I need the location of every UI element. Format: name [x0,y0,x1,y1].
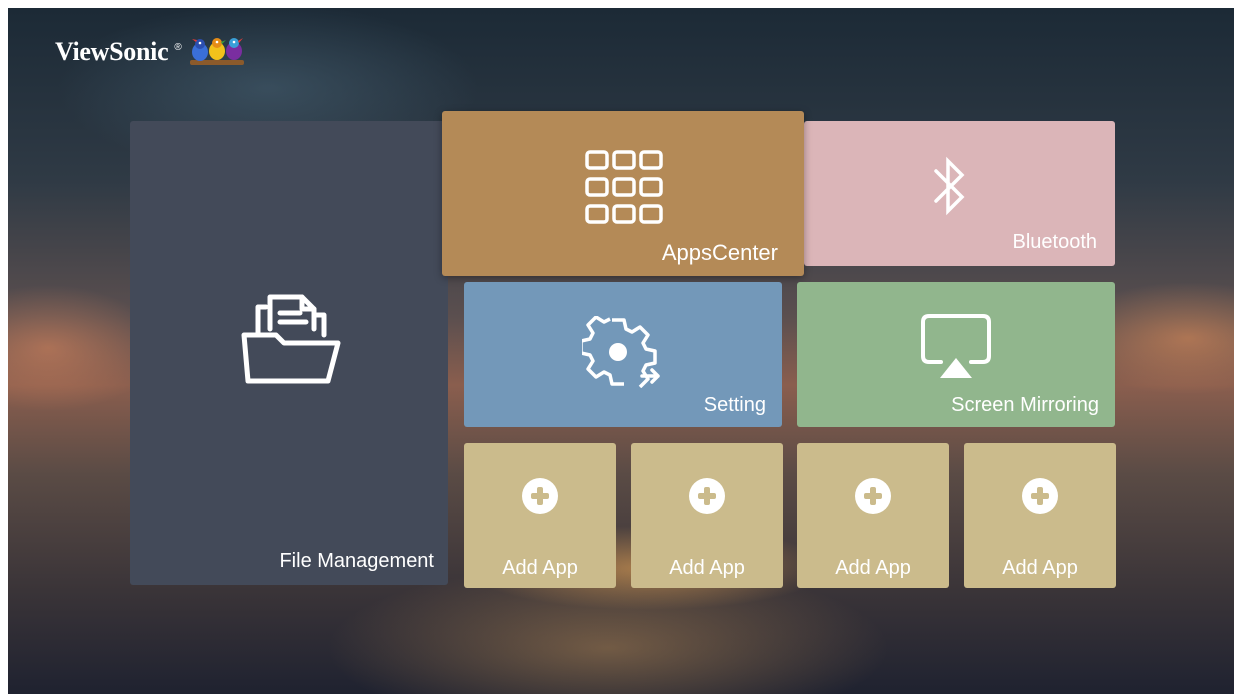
tile-label-add-app: Add App [669,557,745,579]
tile-add-app-4[interactable]: Add App [964,443,1116,588]
plus-circle-icon [522,478,558,514]
tile-label-setting: Setting [703,394,766,416]
tile-label-apps-center: AppsCenter [661,240,778,265]
tile-add-app-2[interactable]: Add App [631,443,783,588]
launcher-screen: ViewSonic ® File Management Bluetooth Ap… [8,8,1234,694]
viewsonic-logo: ViewSonic ® [55,34,246,70]
cast-screen-icon [921,314,991,378]
tile-label-file-management: File Management [279,550,434,572]
brand-name: ViewSonic [55,37,169,66]
gear-icon [582,316,660,388]
folder-documents-icon [241,294,341,384]
tile-label-add-app: Add App [835,557,911,579]
tile-file-management[interactable]: File Management [130,121,448,585]
tile-bluetooth[interactable]: Bluetooth [804,121,1115,266]
tile-add-app-1[interactable]: Add App [464,443,616,588]
registered-mark: ® [174,41,182,53]
tile-label-add-app: Add App [1002,557,1078,579]
tile-label-bluetooth: Bluetooth [1012,231,1097,253]
plus-circle-icon [689,478,725,514]
birds-logo-icon [189,38,244,65]
tile-add-app-3[interactable]: Add App [797,443,949,588]
plus-circle-icon [1022,478,1058,514]
app-grid-icon [585,150,663,224]
tile-label-screen-mirroring: Screen Mirroring [951,394,1099,416]
tile-screen-mirroring[interactable]: Screen Mirroring [797,282,1115,427]
tile-label-add-app: Add App [502,557,578,579]
plus-circle-icon [855,478,891,514]
tile-setting[interactable]: Setting [464,282,782,427]
bluetooth-icon [934,156,965,216]
tile-apps-center[interactable]: AppsCenter [442,111,804,276]
